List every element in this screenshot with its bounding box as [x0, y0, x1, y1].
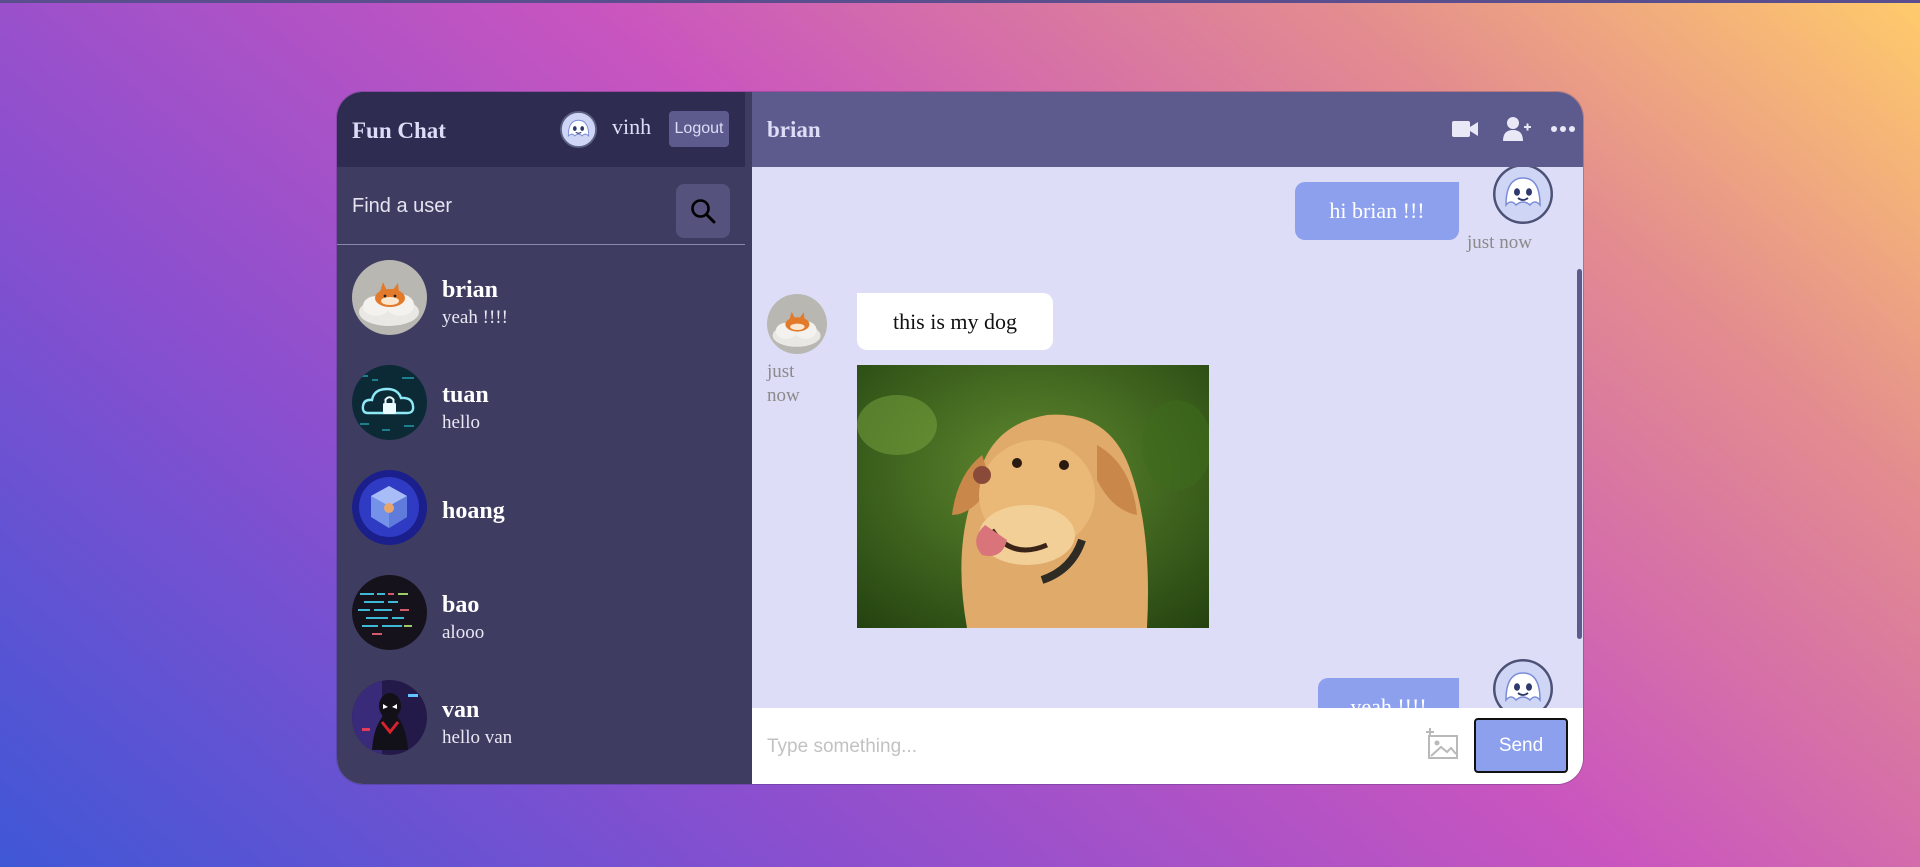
user-name: brian: [442, 277, 499, 303]
message-avatar-owner: [1493, 659, 1553, 708]
user-list-item-tuan[interactable]: tuan hello: [337, 350, 752, 455]
sidebar-header: Fun Chat vinh Logout: [337, 92, 745, 167]
avatar: [352, 575, 427, 650]
current-user-avatar: [560, 111, 597, 148]
message-bubble: yeah !!!!: [1318, 678, 1459, 708]
app-logo-text: Fun Chat: [352, 118, 446, 143]
chat-header: brian: [752, 92, 1583, 167]
message-scrollbar[interactable]: [1577, 269, 1582, 639]
send-button[interactable]: Send: [1474, 718, 1568, 773]
user-last-message: hello: [442, 412, 480, 433]
chat-title: brian: [767, 117, 821, 142]
avatar: [352, 365, 427, 440]
user-last-message: alooo: [442, 622, 485, 643]
user-list-item-hoang[interactable]: hoang: [337, 455, 752, 560]
current-user-name: vinh: [612, 114, 652, 139]
more-icon[interactable]: [1548, 115, 1578, 143]
message-bubble: hi brian !!!: [1295, 182, 1459, 240]
avatar: [352, 260, 427, 335]
avatar: [352, 680, 427, 755]
message-composer: Send: [752, 708, 1583, 784]
user-name: van: [442, 697, 480, 723]
user-last-message: yeah !!!!: [442, 307, 508, 328]
user-search-input[interactable]: [352, 189, 652, 223]
user-list-item-bao[interactable]: bao alooo: [337, 560, 752, 665]
search-icon: [691, 199, 716, 224]
top-border: [0, 0, 1920, 3]
message-image[interactable]: [857, 365, 1209, 628]
user-list-item-van[interactable]: van hello van: [337, 665, 752, 770]
avatar: [352, 470, 427, 545]
message-timestamp: just now: [767, 361, 800, 406]
message-input[interactable]: [767, 730, 1407, 764]
video-camera-icon[interactable]: [1450, 115, 1480, 143]
message-timestamp: just now: [1467, 232, 1532, 253]
attach-image-icon[interactable]: [1425, 728, 1461, 762]
message-avatar-owner: [1493, 167, 1553, 224]
message-bubble: this is my dog: [857, 293, 1053, 350]
search-button[interactable]: [676, 184, 730, 238]
add-user-icon[interactable]: [1502, 115, 1532, 143]
chat-app-window: Fun Chat vinh Logout Find a user brian y…: [337, 92, 1583, 784]
user-name: bao: [442, 592, 480, 618]
user-name: hoang: [442, 498, 505, 524]
message-avatar-brian: [767, 294, 827, 354]
user-last-message: hello van: [442, 727, 513, 748]
sidebar: Fun Chat vinh Logout Find a user brian y…: [337, 92, 752, 784]
logout-button[interactable]: Logout: [669, 111, 729, 147]
user-list-item-brian[interactable]: brian yeah !!!!: [337, 245, 752, 350]
message-list: hi brian !!! just now just now this is m…: [752, 167, 1583, 708]
user-list: brian yeah !!!! tuan hello hoang bao alo…: [337, 245, 752, 770]
user-name: tuan: [442, 382, 489, 408]
